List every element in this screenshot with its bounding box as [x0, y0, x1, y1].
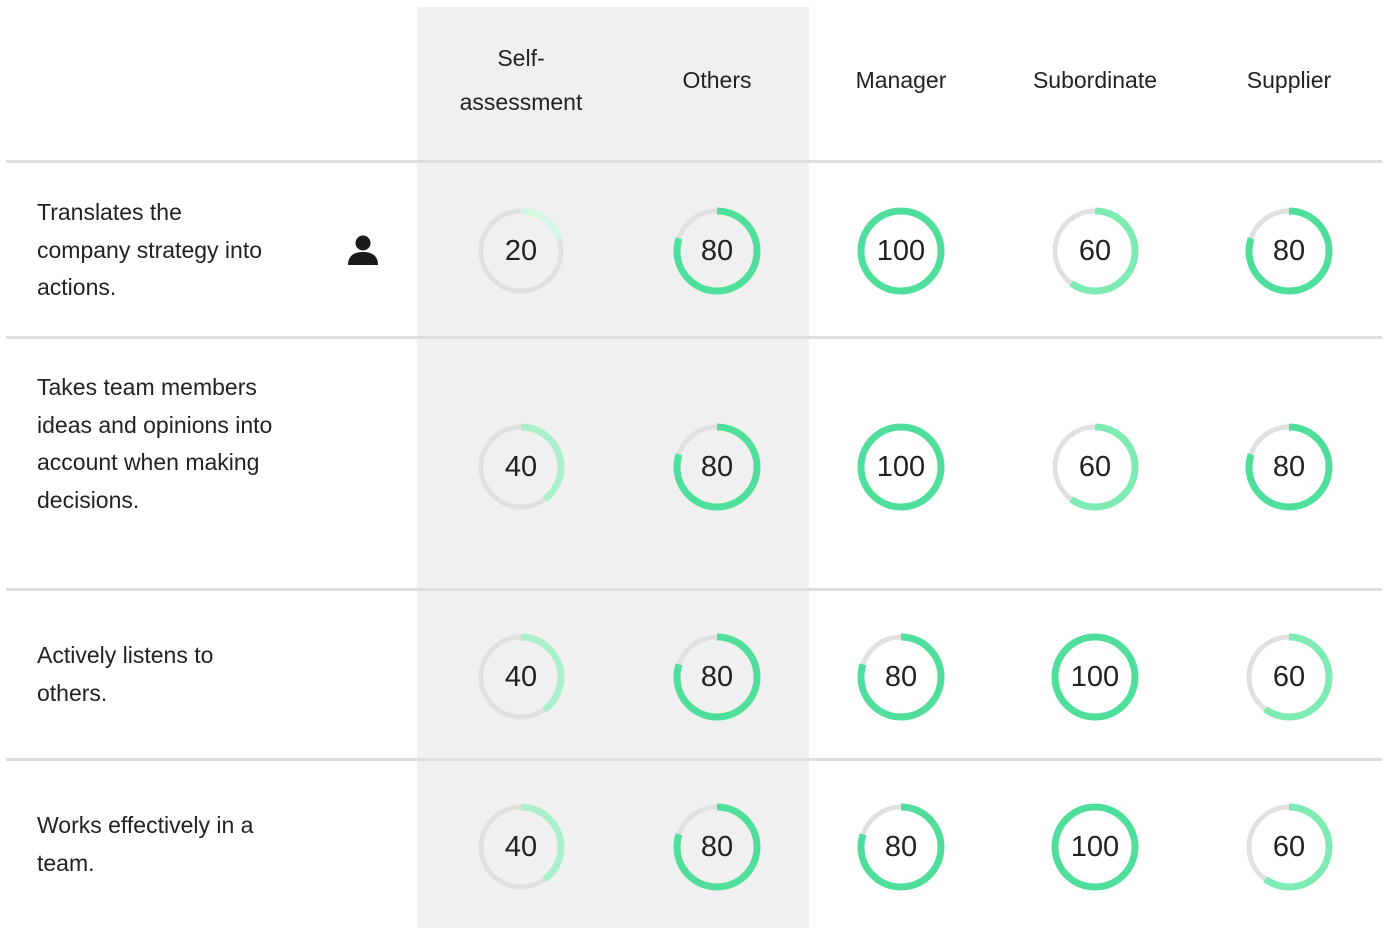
score-gauge-subordinate: 100 [1047, 799, 1143, 895]
score-value: 100 [876, 451, 926, 483]
row-divider [6, 758, 1382, 761]
score-gauge-self: 40 [473, 629, 569, 725]
score-gauge-subordinate: 60 [1047, 203, 1143, 299]
score-value: 80 [1272, 451, 1306, 483]
column-header-supplier: Supplier [1246, 67, 1332, 93]
score-value: 40 [504, 451, 538, 483]
score-value: 60 [1272, 661, 1306, 693]
score-gauge-subordinate: 60 [1047, 419, 1143, 515]
score-gauge-self: 20 [473, 203, 569, 299]
score-value: 80 [700, 451, 734, 483]
row-statement-4: Works effectively in a team. [37, 812, 254, 876]
score-value: 100 [876, 235, 926, 267]
score-value: 60 [1078, 235, 1112, 267]
score-gauge-supplier: 80 [1241, 203, 1337, 299]
score-gauge-self: 40 [473, 419, 569, 515]
score-value: 100 [1070, 661, 1120, 693]
row-divider [6, 336, 1382, 339]
score-gauge-subordinate: 100 [1047, 629, 1143, 725]
score-gauge-supplier: 60 [1241, 799, 1337, 895]
row-divider [6, 588, 1382, 591]
score-value: 80 [700, 831, 734, 863]
score-value: 60 [1078, 451, 1112, 483]
person-icon [348, 235, 378, 265]
score-value: 80 [884, 831, 918, 863]
score-value: 20 [504, 235, 538, 267]
score-gauge-manager: 80 [853, 799, 949, 895]
column-header-manager: Manager [855, 67, 947, 93]
score-value: 80 [700, 661, 734, 693]
score-value: 100 [1070, 831, 1120, 863]
score-value: 40 [504, 661, 538, 693]
row-statement-1: Translates the company strategy into act… [37, 199, 263, 300]
score-gauge-others: 80 [669, 203, 765, 299]
column-header-self-assessment: Self-assessment [459, 45, 583, 115]
row-statement-3: Actively listens to others. [37, 642, 214, 706]
score-gauge-manager: 80 [853, 629, 949, 725]
score-gauge-others: 80 [669, 419, 765, 515]
score-value: 80 [884, 661, 918, 693]
score-gauge-others: 80 [669, 629, 765, 725]
column-header-subordinate: Subordinate [1032, 67, 1158, 93]
row-statement-2: Takes team members ideas and opinions in… [37, 374, 273, 513]
score-value: 60 [1272, 831, 1306, 863]
row-divider [6, 160, 1382, 163]
score-gauge-supplier: 80 [1241, 419, 1337, 515]
column-header-others: Others [682, 67, 752, 93]
score-gauge-others: 80 [669, 799, 765, 895]
score-value: 40 [504, 831, 538, 863]
score-gauge-manager: 100 [853, 203, 949, 299]
score-gauge-self: 40 [473, 799, 569, 895]
score-value: 80 [1272, 235, 1306, 267]
score-gauge-supplier: 60 [1241, 629, 1337, 725]
score-gauge-manager: 100 [853, 419, 949, 515]
score-value: 80 [700, 235, 734, 267]
feedback-score-table: Self-assessment Others Manager Subordina… [0, 0, 1386, 928]
